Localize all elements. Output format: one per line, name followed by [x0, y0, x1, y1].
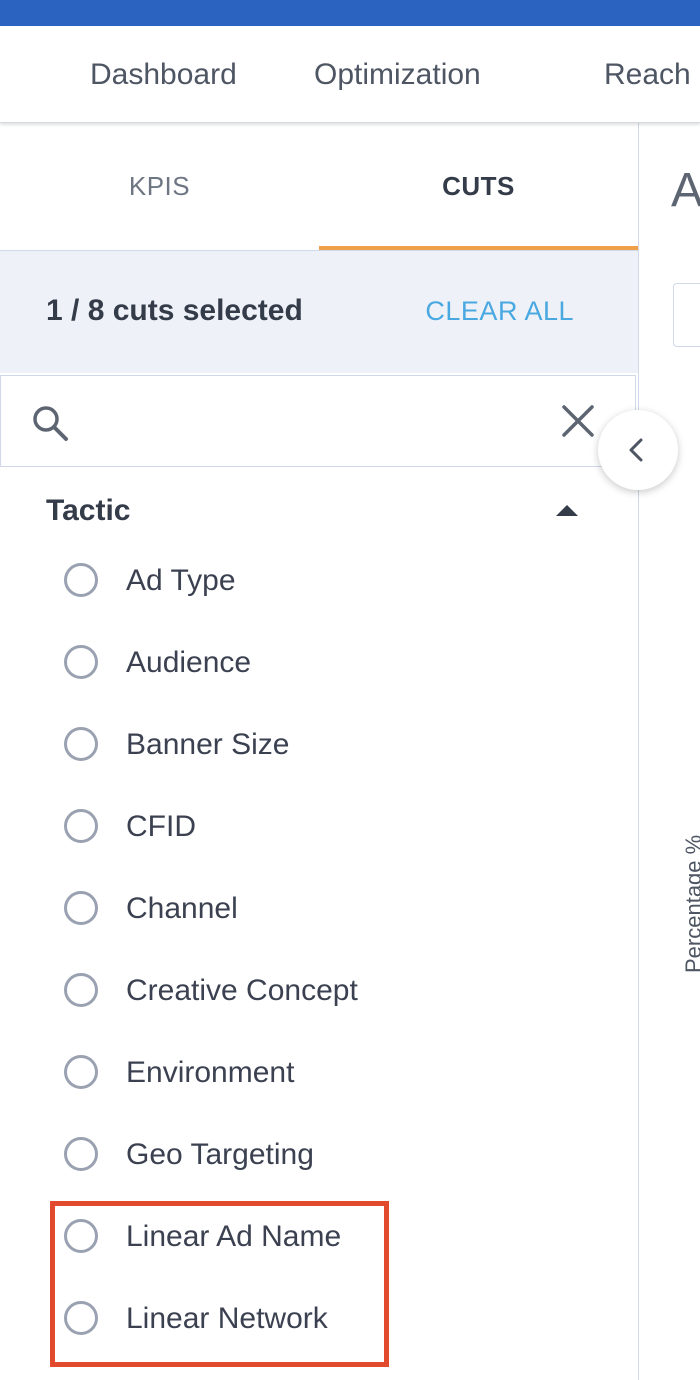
- radio-button[interactable]: [64, 727, 98, 761]
- radio-button[interactable]: [64, 809, 98, 843]
- cuts-side-panel: KPIS CUTS 1 / 8 cuts selected CLEAR ALL …: [0, 123, 639, 1380]
- cut-option-ad-type[interactable]: Ad Type: [0, 543, 638, 625]
- radio-button[interactable]: [64, 1219, 98, 1253]
- cut-option-label: Linear Ad Name: [126, 1220, 342, 1253]
- radio-button[interactable]: [64, 1301, 98, 1335]
- chart-y-axis-label: Percentage %: [681, 835, 700, 973]
- cuts-selected-count: 1 / 8 cuts selected: [46, 294, 303, 327]
- page-title: A: [671, 164, 700, 217]
- cut-option-banner-size[interactable]: Banner Size: [0, 707, 638, 789]
- cut-option-cfid[interactable]: CFID: [0, 789, 638, 871]
- cut-options-list: Ad Type Audience Banner Size CFID Channe…: [0, 543, 638, 1363]
- cut-option-label: CFID: [126, 810, 196, 843]
- cut-option-channel[interactable]: Channel: [0, 871, 638, 953]
- search-icon: [33, 406, 68, 441]
- collapse-panel-button[interactable]: [598, 410, 678, 490]
- nav-tab-optimization[interactable]: Optimization: [314, 56, 481, 94]
- group-header-tactic[interactable]: Tactic: [46, 491, 586, 531]
- nav-tab-reach[interactable]: Reach: [604, 56, 691, 94]
- cut-option-label: Ad Type: [126, 564, 236, 597]
- close-icon[interactable]: [561, 404, 595, 438]
- search-input[interactable]: [89, 394, 533, 452]
- panel-subtabs: KPIS CUTS: [0, 123, 638, 250]
- radio-button[interactable]: [64, 1055, 98, 1089]
- cut-option-label: Linear Network: [126, 1302, 328, 1335]
- cut-option-linear-network[interactable]: Linear Network: [0, 1281, 638, 1363]
- caret-up-icon[interactable]: [556, 505, 578, 516]
- radio-button[interactable]: [64, 973, 98, 1007]
- radio-button[interactable]: [64, 563, 98, 597]
- main-control[interactable]: [673, 283, 700, 347]
- cut-option-label: Geo Targeting: [126, 1138, 314, 1171]
- cut-option-label: Environment: [126, 1056, 295, 1089]
- chevron-left-icon: [629, 438, 643, 462]
- radio-button[interactable]: [64, 645, 98, 679]
- group-title: Tactic: [46, 494, 131, 527]
- cuts-search-box: [0, 375, 636, 467]
- cut-option-label: Creative Concept: [126, 974, 358, 1007]
- cut-option-geo-targeting[interactable]: Geo Targeting: [0, 1117, 638, 1199]
- cut-option-environment[interactable]: Environment: [0, 1035, 638, 1117]
- cut-option-label: Audience: [126, 646, 252, 679]
- tab-cuts[interactable]: CUTS: [319, 123, 638, 250]
- cut-option-creative-concept[interactable]: Creative Concept: [0, 953, 638, 1035]
- cut-option-audience[interactable]: Audience: [0, 625, 638, 707]
- cut-option-linear-ad-name[interactable]: Linear Ad Name: [0, 1199, 638, 1281]
- radio-button[interactable]: [64, 1137, 98, 1171]
- cut-option-label: Banner Size: [126, 728, 290, 761]
- top-app-bar: [0, 0, 700, 26]
- cut-option-label: Channel: [126, 892, 238, 925]
- main-navigation: Dashboard Optimization Reach: [0, 26, 700, 123]
- main-content-area: A Percentage %: [639, 123, 700, 1380]
- clear-all-button[interactable]: CLEAR ALL: [425, 291, 574, 331]
- nav-tab-dashboard[interactable]: Dashboard: [90, 56, 237, 94]
- selection-summary-bar: 1 / 8 cuts selected CLEAR ALL: [0, 251, 638, 373]
- radio-button[interactable]: [64, 891, 98, 925]
- tab-kpis[interactable]: KPIS: [0, 123, 319, 250]
